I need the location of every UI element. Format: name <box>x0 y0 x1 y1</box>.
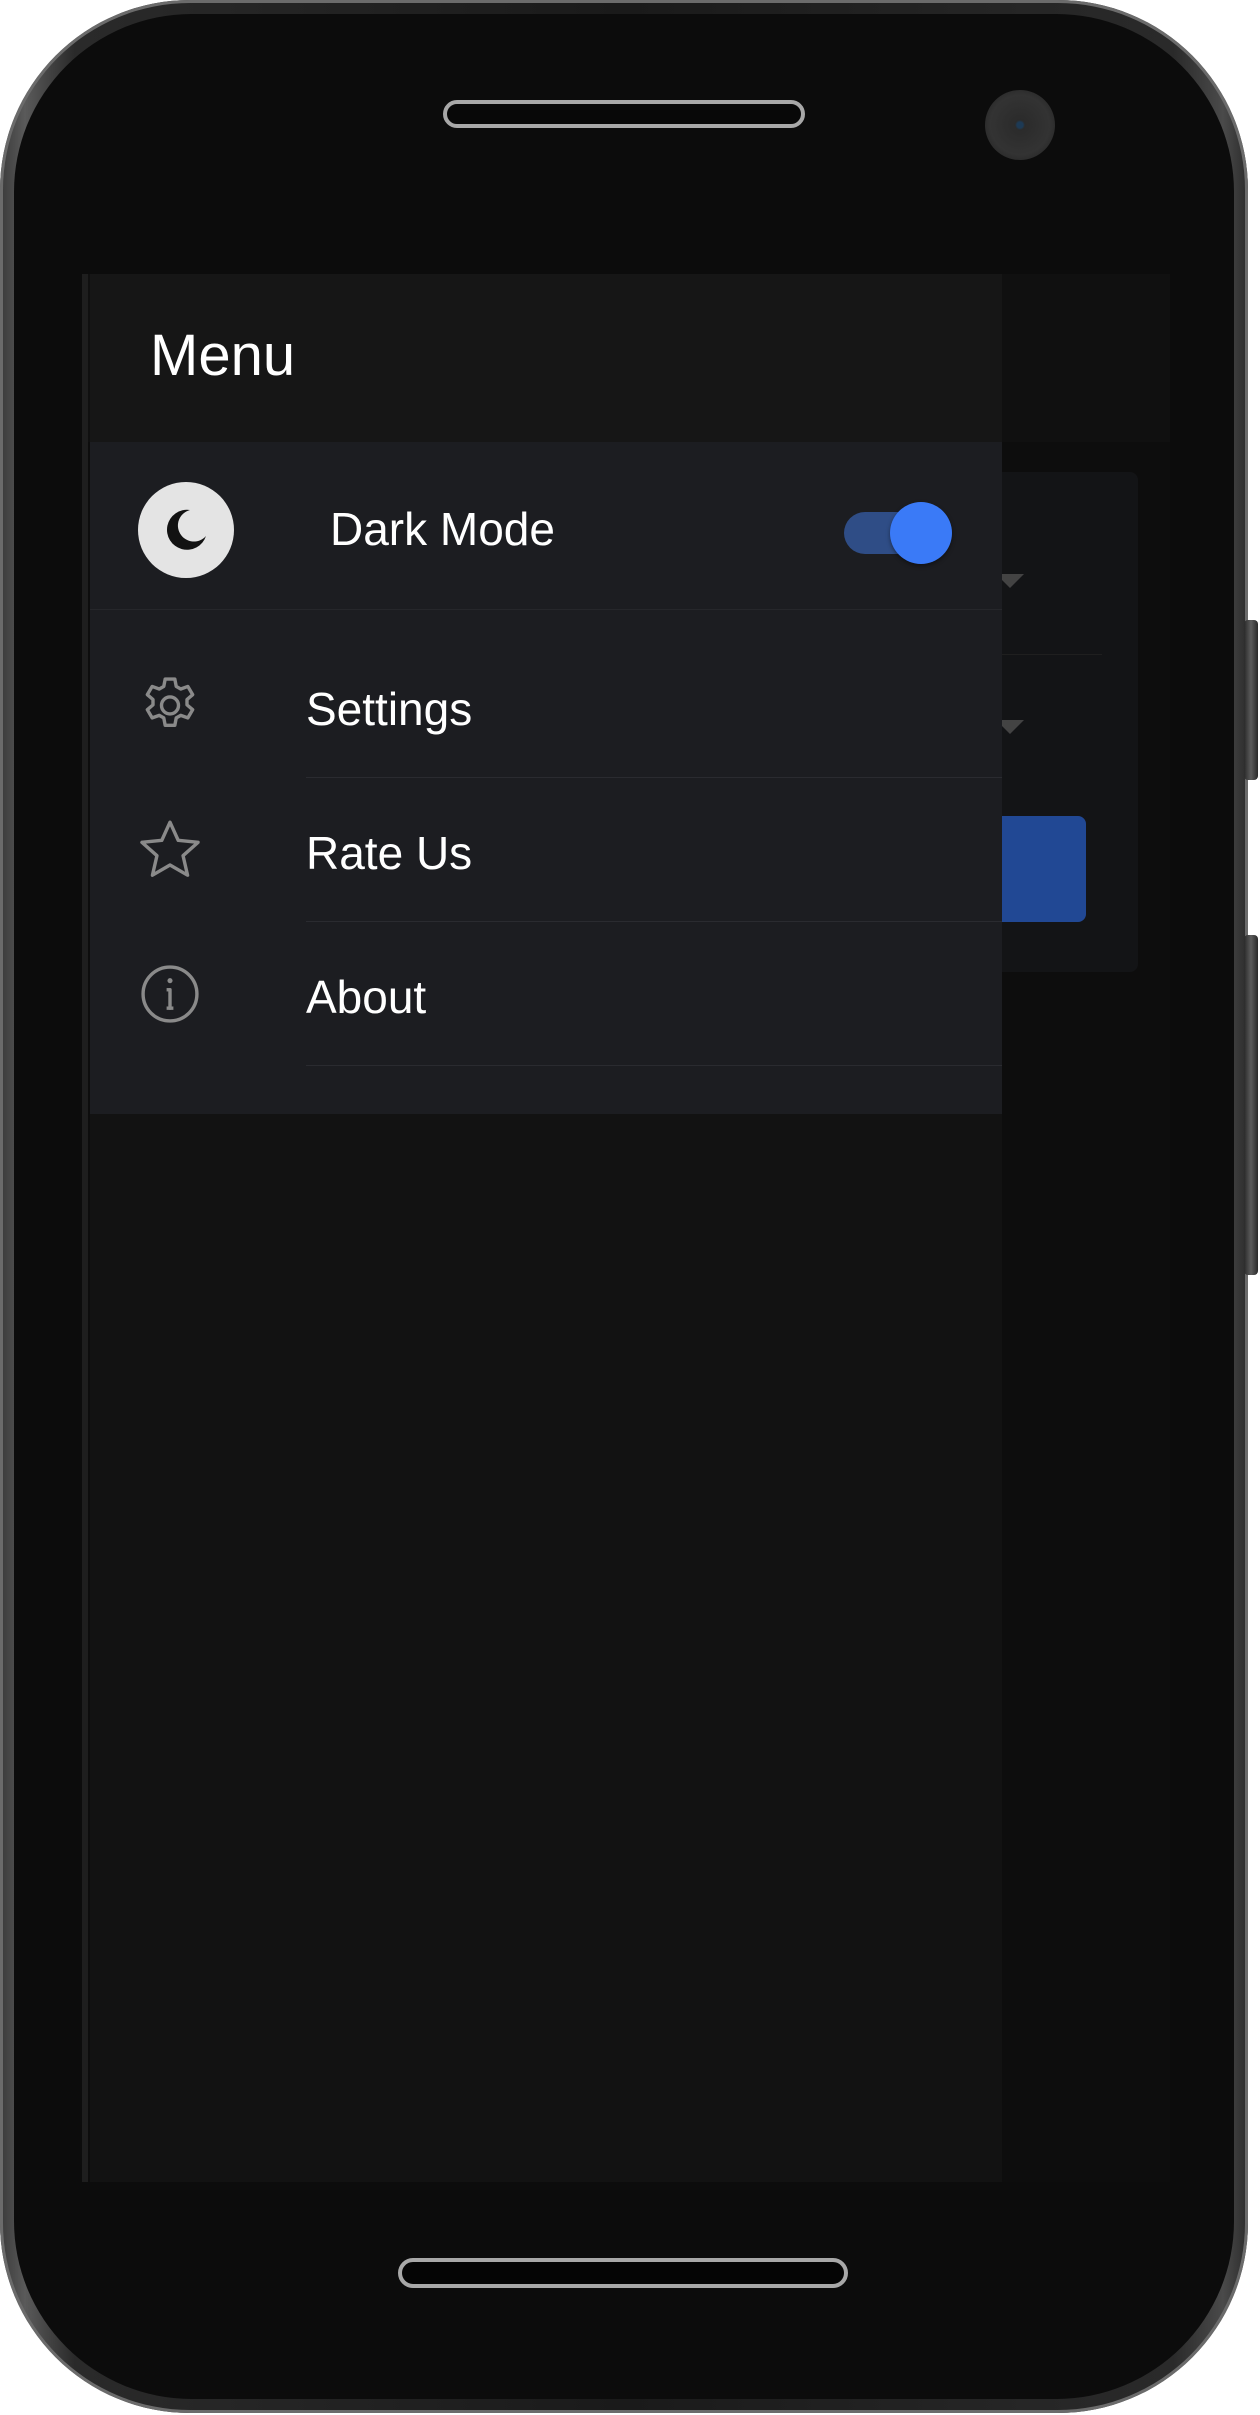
screen-edge <box>82 274 88 2182</box>
menu-item-label: Rate Us <box>306 827 473 879</box>
drawer-list: Dark Mode Settings Rate Us About <box>90 442 1002 1114</box>
navigation-drawer: Menu Dark Mode Settings Rate Us About <box>90 274 1002 2182</box>
dark-mode-row[interactable]: Dark Mode <box>90 442 1002 610</box>
drawer-title: Menu <box>150 323 296 388</box>
menu-item-label: Settings <box>306 683 473 735</box>
dark-mode-label: Dark Mode <box>330 503 555 555</box>
gear-icon <box>136 672 204 740</box>
menu-item-label: About <box>306 971 427 1023</box>
volume-button <box>1244 620 1258 780</box>
dark-mode-toggle[interactable] <box>844 502 952 564</box>
menu-item-rate-us[interactable]: Rate Us <box>90 778 1002 922</box>
info-icon <box>136 960 204 1028</box>
earpiece-speaker <box>443 100 805 128</box>
toggle-thumb <box>890 502 952 564</box>
drawer-header: Menu <box>90 274 1002 442</box>
power-button <box>1244 935 1258 1275</box>
front-camera <box>985 90 1055 160</box>
star-icon <box>136 816 204 884</box>
screen: Menu Dark Mode Settings Rate Us About <box>82 274 1170 2182</box>
menu-item-settings[interactable]: Settings <box>90 634 1002 778</box>
bottom-speaker <box>398 2258 848 2288</box>
menu-item-about[interactable]: About <box>90 922 1002 1066</box>
divider <box>306 1065 1002 1066</box>
moon-icon <box>138 482 234 578</box>
